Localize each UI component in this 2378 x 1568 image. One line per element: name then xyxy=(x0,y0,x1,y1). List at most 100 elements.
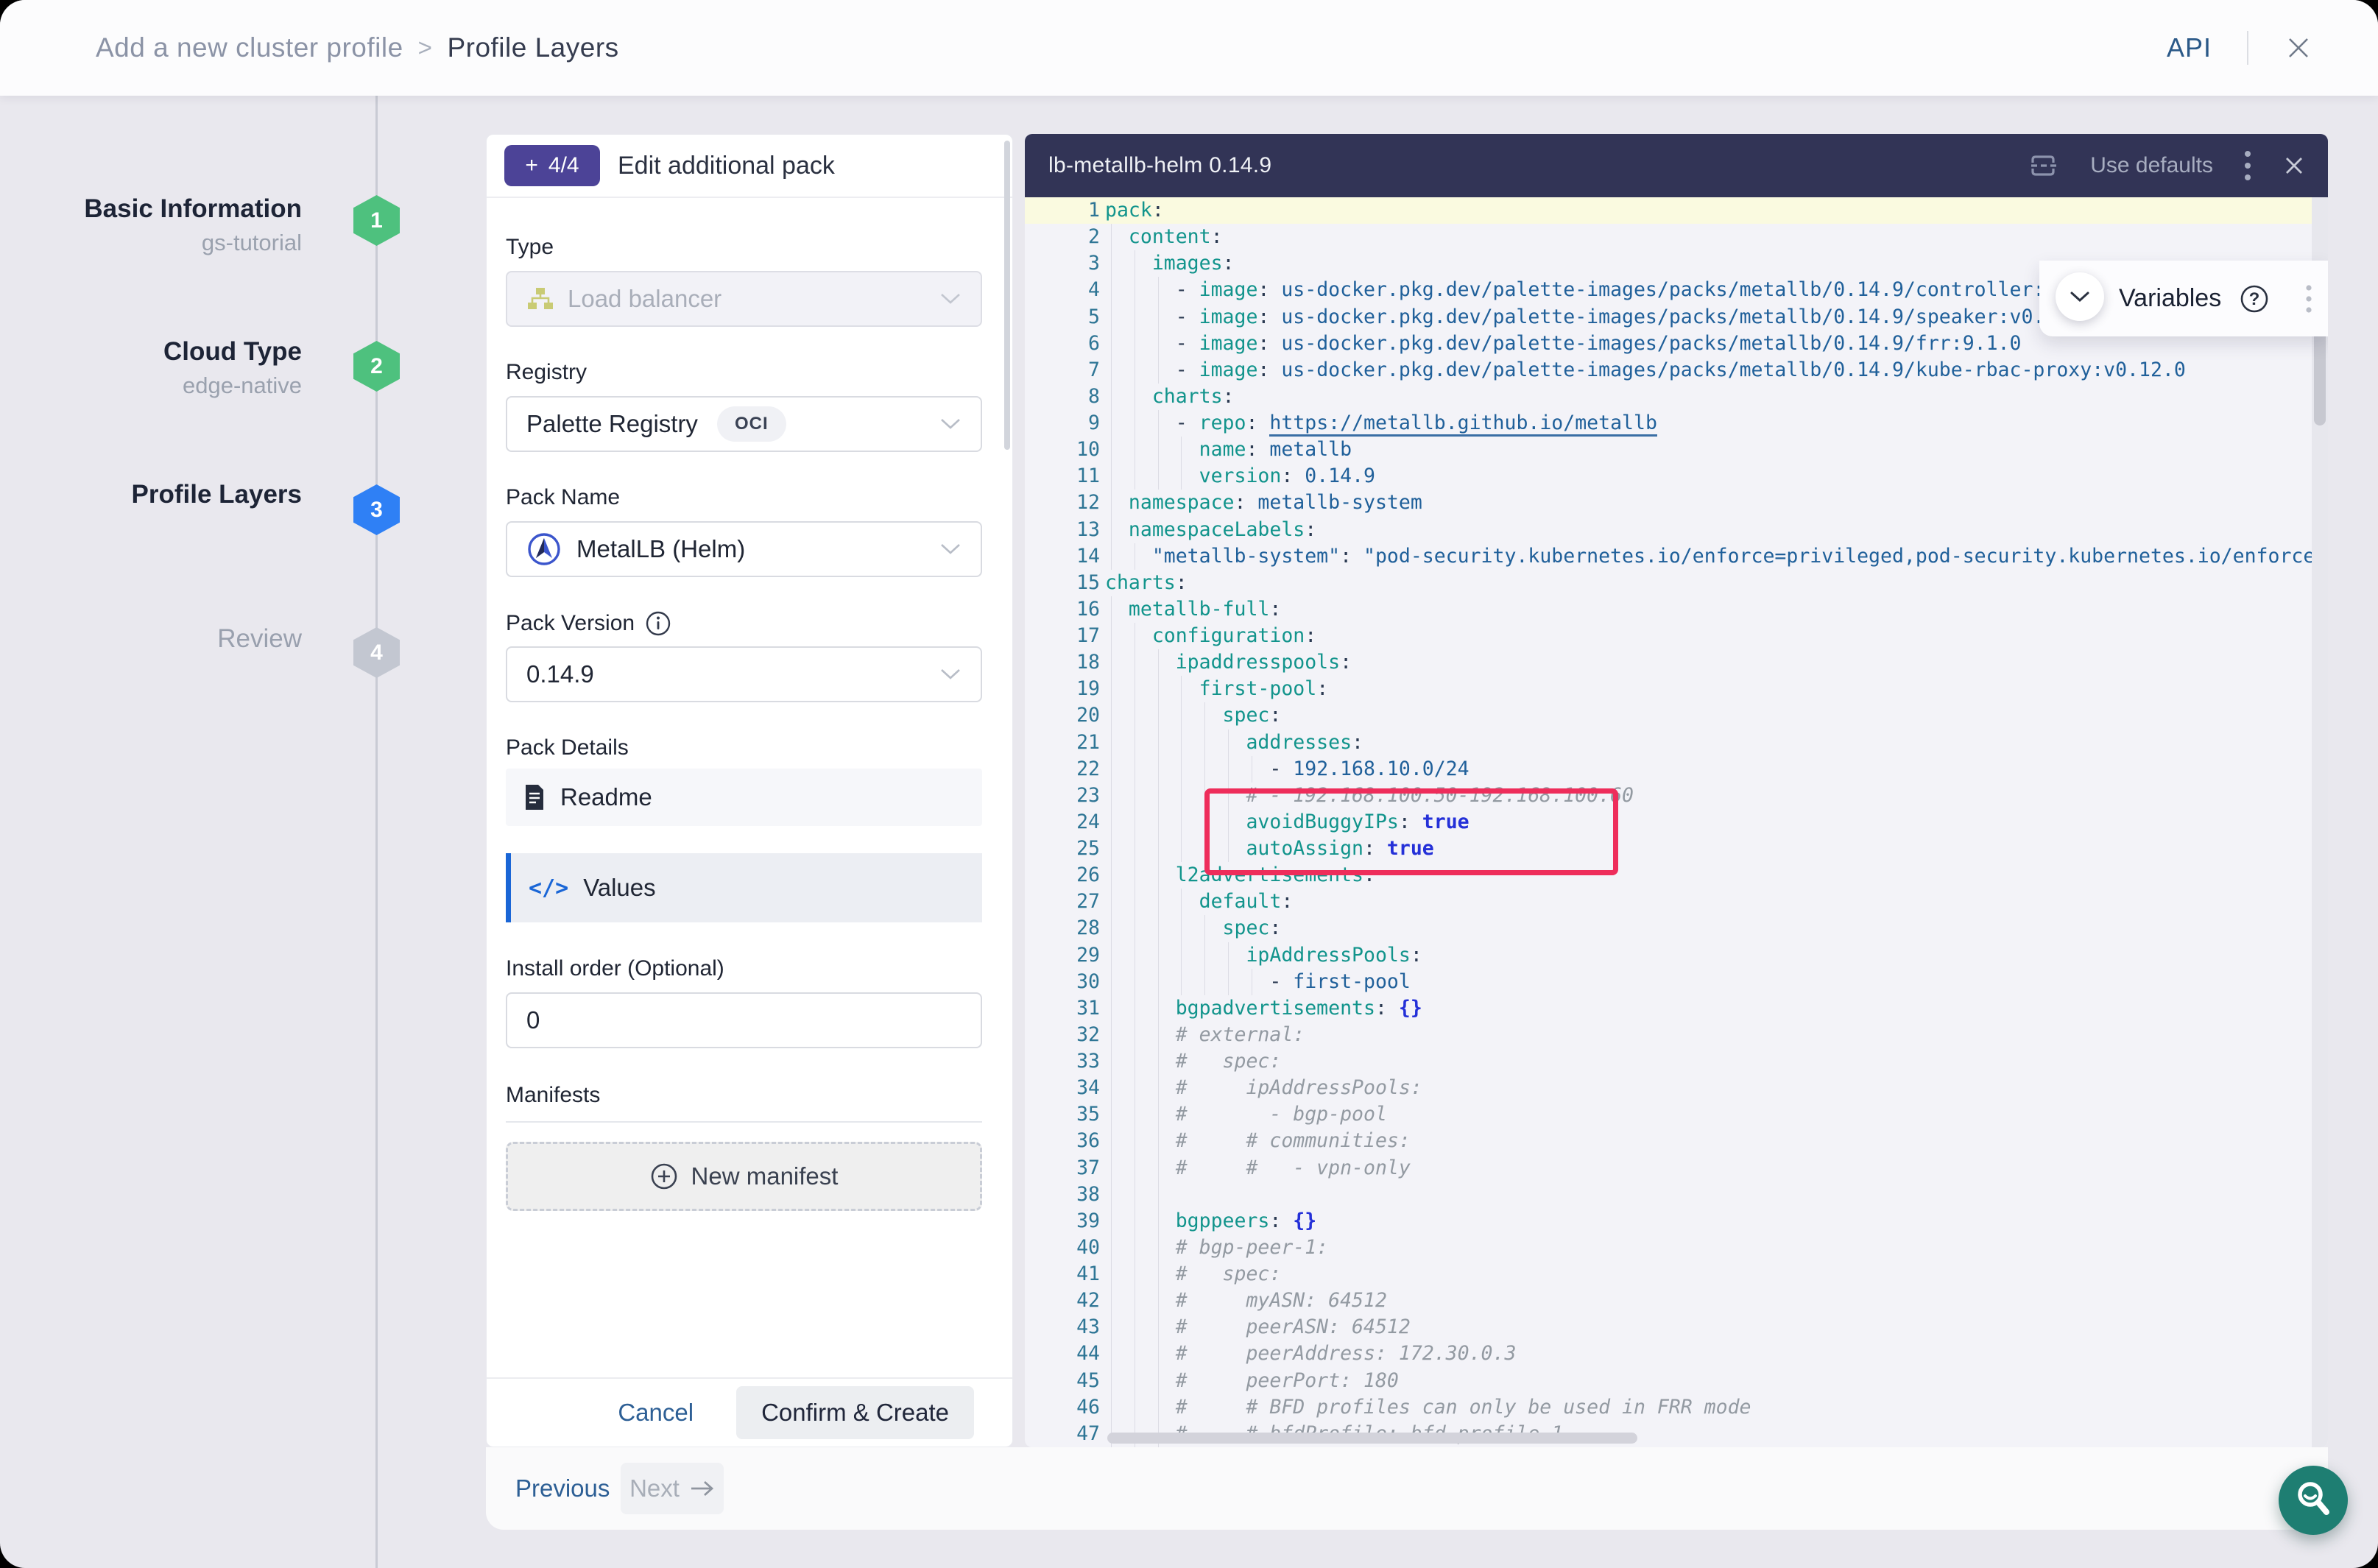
confirm-create-button[interactable]: Confirm & Create xyxy=(736,1386,974,1439)
yaml-code-editor[interactable]: 1pack:2 content:3 images:4 - image: us-d… xyxy=(1025,197,2328,1447)
line-number: 14 xyxy=(1025,543,1100,570)
variables-expand-button[interactable] xyxy=(2056,272,2104,321)
indent-guide xyxy=(1111,809,1112,836)
line-number: 31 xyxy=(1025,995,1100,1022)
indent-guide xyxy=(1111,1128,1112,1154)
registry-value: Palette Registry xyxy=(526,410,698,438)
indent-guide xyxy=(1111,224,1112,250)
indent-guide xyxy=(1111,517,1112,543)
indent-guide xyxy=(1111,250,1112,277)
sidebar-step-profile-layers[interactable]: Profile Layers xyxy=(0,478,302,511)
editor-kebab-menu-icon[interactable] xyxy=(2244,149,2251,182)
line-number: 43 xyxy=(1025,1314,1100,1341)
indent-guide xyxy=(1111,1101,1112,1128)
editor-horizontal-scrollbar-thumb[interactable] xyxy=(1107,1433,1637,1444)
indent-guide xyxy=(1228,942,1229,969)
line-number: 2 xyxy=(1025,224,1100,250)
line-number: 13 xyxy=(1025,517,1100,543)
stepper-track-line xyxy=(375,96,378,1568)
indent-guide xyxy=(1111,1235,1112,1261)
pack-count-badge: + 4/4 xyxy=(504,145,600,186)
indent-guide xyxy=(1158,437,1159,463)
api-link[interactable]: API xyxy=(2167,32,2212,63)
step-sublabel: edge-native xyxy=(0,371,302,400)
indent-guide xyxy=(1181,836,1182,862)
wizard-footer: Previous Next xyxy=(486,1447,2328,1530)
info-icon[interactable] xyxy=(645,610,671,637)
indent-guide xyxy=(1158,783,1159,809)
add-cluster-profile-wizard: Add a new cluster profile > Profile Laye… xyxy=(0,0,2378,1568)
indent-guide xyxy=(1158,304,1159,331)
indent-guide xyxy=(1111,836,1112,862)
indent-guide xyxy=(1158,1235,1159,1261)
indent-guide xyxy=(1158,836,1159,862)
indent-guide xyxy=(1158,1208,1159,1235)
line-number: 11 xyxy=(1025,463,1100,490)
registry-select[interactable]: Palette Registry OCI xyxy=(506,396,982,452)
pack-name-label: Pack Name xyxy=(506,485,620,510)
install-order-input[interactable]: 0 xyxy=(506,992,982,1048)
breadcrumb-parent-link[interactable]: Add a new cluster profile xyxy=(96,32,403,63)
editor-close-icon[interactable] xyxy=(2282,154,2306,177)
code-line: 16 metallb-full: xyxy=(1025,596,2328,623)
code-line: 10 name: metallb xyxy=(1025,437,2328,463)
close-icon[interactable] xyxy=(2284,33,2313,63)
next-button[interactable]: Next xyxy=(621,1463,724,1514)
type-select: Load balancer xyxy=(506,271,982,327)
indent-guide xyxy=(1111,889,1112,915)
pack-version-value: 0.14.9 xyxy=(526,660,594,688)
cancel-button[interactable]: Cancel xyxy=(618,1399,694,1427)
variables-kebab-menu-icon[interactable] xyxy=(2306,284,2312,314)
indent-guide xyxy=(1111,1314,1112,1341)
indent-guide xyxy=(1111,1075,1112,1101)
step-1-hexagon[interactable]: 1 xyxy=(353,195,400,246)
pack-version-select[interactable]: 0.14.9 xyxy=(506,646,982,702)
code-line: 34 # ipAddressPools: xyxy=(1025,1075,2328,1101)
new-manifest-button[interactable]: New manifest xyxy=(506,1142,982,1211)
code-line: 33 # spec: xyxy=(1025,1048,2328,1075)
sidebar-step-cloud-type[interactable]: Cloud Type edge-native xyxy=(0,336,302,400)
use-defaults-button[interactable]: Use defaults xyxy=(2090,153,2213,178)
indent-guide xyxy=(1111,1182,1112,1208)
indent-guide xyxy=(1111,1288,1112,1314)
sidebar-step-review[interactable]: Review xyxy=(0,623,302,655)
indent-guide xyxy=(1158,1341,1159,1367)
split-view-icon[interactable] xyxy=(2027,151,2059,180)
chevron-down-icon xyxy=(939,417,962,431)
help-search-beacon-button[interactable] xyxy=(2279,1466,2348,1535)
sidebar-step-basic-information[interactable]: Basic Information gs-tutorial xyxy=(0,193,302,258)
line-number: 3 xyxy=(1025,250,1100,277)
editor-vertical-scrollbar[interactable] xyxy=(2312,197,2328,1447)
pack-name-select[interactable]: MetalLB (Helm) xyxy=(506,521,982,577)
help-icon[interactable]: ? xyxy=(2239,283,2270,314)
indent-guide xyxy=(1158,1075,1159,1101)
next-label: Next xyxy=(629,1475,680,1502)
indent-guide xyxy=(1158,277,1159,303)
step-label: Profile Layers xyxy=(0,478,302,511)
line-number: 21 xyxy=(1025,730,1100,756)
step-3-hexagon[interactable]: 3 xyxy=(353,484,400,535)
indent-guide xyxy=(1111,463,1112,490)
indent-guide xyxy=(1111,995,1112,1022)
tab-readme[interactable]: Readme xyxy=(506,769,982,826)
step-2-hexagon[interactable]: 2 xyxy=(353,341,400,392)
indent-guide xyxy=(1111,702,1112,729)
form-scrollbar-thumb[interactable] xyxy=(1004,141,1010,450)
load-balancer-icon xyxy=(526,286,554,311)
tab-values[interactable]: </> Values xyxy=(506,853,982,922)
indent-guide xyxy=(1228,730,1229,756)
previous-button[interactable]: Previous xyxy=(515,1447,610,1530)
code-line: 37 # # - vpn-only xyxy=(1025,1155,2328,1182)
code-line: 15charts: xyxy=(1025,570,2328,596)
line-number: 19 xyxy=(1025,676,1100,702)
type-value: Load balancer xyxy=(568,285,721,313)
line-number: 18 xyxy=(1025,649,1100,676)
code-line: 13 namespaceLabels: xyxy=(1025,517,2328,543)
step-4-hexagon[interactable]: 4 xyxy=(353,627,400,678)
indent-guide xyxy=(1158,1261,1159,1288)
indent-guide xyxy=(1158,862,1159,889)
indent-guide xyxy=(1111,1022,1112,1048)
indent-guide xyxy=(1111,384,1112,410)
indent-guide xyxy=(1158,1182,1159,1208)
indent-guide xyxy=(1111,1261,1112,1288)
